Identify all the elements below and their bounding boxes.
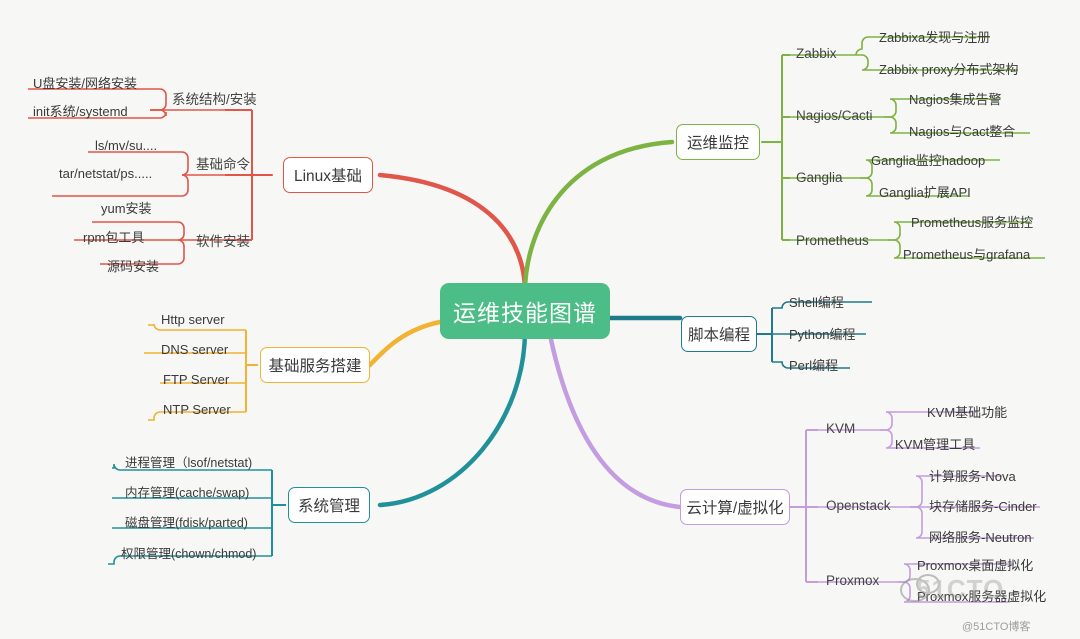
subnode-prometheus[interactable]: Prometheus — [792, 230, 873, 250]
leaf-disk-management[interactable]: 磁盘管理(fdisk/parted) — [122, 512, 251, 531]
leaf-rpm-tools[interactable]: rpm包工具 — [80, 227, 147, 246]
leaf-yum-install[interactable]: yum安装 — [98, 198, 155, 217]
branch-node-system[interactable]: 系统管理 — [288, 487, 370, 523]
leaf-ganglia-hadoop[interactable]: Ganglia监控hadoop — [868, 150, 988, 169]
subnode-ganglia[interactable]: Ganglia — [792, 167, 847, 187]
leaf-perl-programming[interactable]: Perl编程 — [786, 355, 841, 374]
leaf-proxmox-server[interactable]: Proxmox服务器虚拟化 — [914, 586, 1049, 605]
leaf-shell-programming[interactable]: Shell编程 — [786, 292, 847, 311]
leaf-zabbix-discovery[interactable]: Zabbixa发现与注册 — [876, 27, 993, 46]
leaf-ganglia-api[interactable]: Ganglia扩展API — [876, 182, 974, 201]
leaf-dns-server[interactable]: DNS server — [158, 340, 231, 359]
subnode-nagios-cacti[interactable]: Nagios/Cacti — [792, 105, 877, 125]
mindmap-canvas: 运维技能图谱 Linux基础 系统结构/安装 U盘安装/网络安装 init系统/… — [0, 0, 1080, 639]
subnode-linux-software[interactable]: 软件安装 — [192, 230, 254, 250]
leaf-neutron[interactable]: 网络服务-Neutron — [926, 527, 1035, 546]
leaf-python-programming[interactable]: Python编程 — [786, 324, 858, 343]
branch-node-service[interactable]: 基础服务搭建 — [260, 347, 370, 383]
subnode-zabbix[interactable]: Zabbix — [792, 43, 841, 63]
branch-node-monitor[interactable]: 运维监控 — [676, 124, 760, 160]
leaf-permission-management[interactable]: 权限管理(chown/chmod) — [118, 543, 259, 562]
leaf-zabbix-proxy[interactable]: Zabbix proxy分布式架构 — [876, 59, 1021, 78]
leaf-usb-net-install[interactable]: U盘安装/网络安装 — [30, 73, 140, 92]
root-node[interactable]: 运维技能图谱 — [440, 283, 610, 339]
subnode-linux-commands[interactable]: 基础命令 — [192, 153, 254, 173]
leaf-http-server[interactable]: Http server — [158, 310, 228, 329]
leaf-memory-management[interactable]: 内存管理(cache/swap) — [122, 482, 252, 501]
branch-node-cloud[interactable]: 云计算/虚拟化 — [680, 489, 790, 525]
leaf-kvm-basic[interactable]: KVM基础功能 — [924, 402, 1010, 421]
subnode-kvm[interactable]: KVM — [822, 418, 859, 438]
leaf-kvm-tools[interactable]: KVM管理工具 — [892, 434, 978, 453]
branch-node-script[interactable]: 脚本编程 — [681, 316, 757, 352]
leaf-nagios-alert[interactable]: Nagios集成告警 — [906, 89, 1004, 108]
leaf-process-management[interactable]: 进程管理（lsof/netstat) — [122, 452, 255, 471]
leaf-ftp-server[interactable]: FTP Server — [160, 370, 232, 389]
leaf-basic-cmds-2[interactable]: tar/netstat/ps..... — [56, 164, 155, 183]
credit-label: @51CTO博客 — [962, 621, 1031, 633]
leaf-basic-cmds-1[interactable]: ls/mv/su.... — [92, 136, 160, 155]
subnode-linux-structure[interactable]: 系统结构/安装 — [168, 88, 261, 108]
leaf-source-install[interactable]: 源码安装 — [104, 256, 162, 275]
leaf-prometheus-service[interactable]: Prometheus服务监控 — [908, 212, 1036, 231]
leaf-init-systemd[interactable]: init系统/systemd — [30, 101, 131, 120]
leaf-nova[interactable]: 计算服务-Nova — [926, 466, 1019, 485]
leaf-proxmox-desktop[interactable]: Proxmox桌面虚拟化 — [914, 555, 1036, 574]
leaf-cinder[interactable]: 块存储服务-Cinder — [926, 496, 1040, 515]
leaf-prometheus-grafana[interactable]: Prometheus与grafana — [900, 244, 1033, 263]
branch-node-linux[interactable]: Linux基础 — [283, 157, 373, 193]
subnode-openstack[interactable]: Openstack — [822, 495, 895, 515]
leaf-ntp-server[interactable]: NTP Server — [160, 400, 234, 419]
subnode-proxmox[interactable]: Proxmox — [822, 570, 883, 590]
leaf-nagios-cacti-merge[interactable]: Nagios与Cact整合 — [906, 121, 1018, 140]
